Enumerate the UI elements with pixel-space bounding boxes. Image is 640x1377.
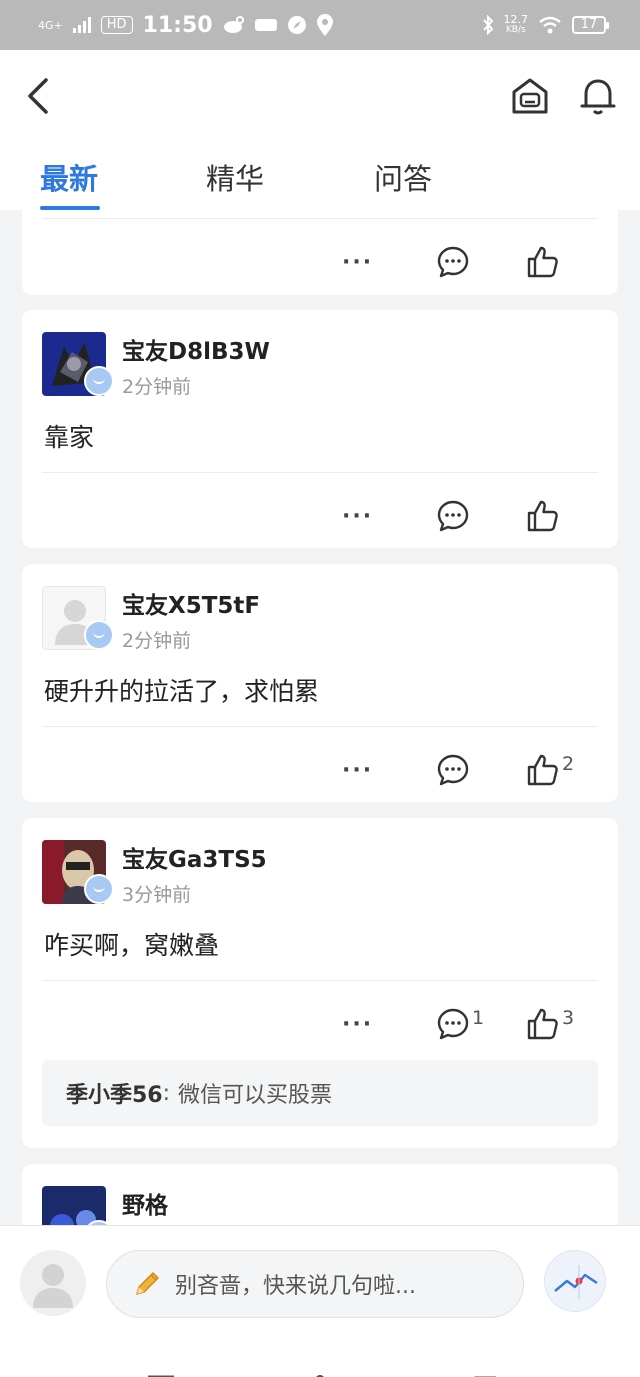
post-card[interactable]: 宝友X5T5tF 2分钟前 硬升升的拉活了，求怕累 ··· 2: [22, 564, 618, 802]
like-button[interactable]: 3: [526, 1006, 574, 1042]
network-indicator: 4G+: [38, 18, 63, 32]
weibo-icon: [223, 16, 244, 33]
username[interactable]: 野格: [122, 1186, 168, 1220]
username[interactable]: 宝友D8lB3W: [122, 332, 270, 366]
card-divider: [42, 980, 598, 981]
comment-icon: [437, 754, 469, 786]
post-feed[interactable]: ··· 宝友D8lB3W 2分钟前 靠家 ··· 宝友X5T5tF 2分钟前 硬…: [0, 210, 640, 1225]
comment-button[interactable]: 1: [436, 1006, 484, 1042]
nav-recents-button[interactable]: [146, 1369, 176, 1377]
post-card: ···: [22, 210, 618, 295]
back-button[interactable]: [22, 74, 58, 118]
compass-icon: [287, 16, 306, 34]
battery-indicator: 17: [572, 16, 609, 34]
thumbs-up-icon: [527, 246, 558, 278]
post-card[interactable]: 宝友Ga3TS5 3分钟前 咋买啊，窝嫩叠 ··· 1 3 季小季56 : 微信…: [22, 818, 618, 1148]
comment-placeholder: 别吝啬，快来说几句啦...: [175, 1274, 416, 1299]
thumbs-up-icon: [527, 500, 558, 532]
more-button[interactable]: ···: [342, 244, 373, 280]
like-button[interactable]: 2: [526, 752, 574, 788]
comment-count: 1: [472, 1007, 485, 1029]
nav-home-button[interactable]: [304, 1369, 336, 1377]
post-card[interactable]: 野格: [22, 1164, 618, 1225]
card-divider: [42, 726, 598, 727]
comment-input[interactable]: 别吝啬，快来说几句啦...: [106, 1250, 524, 1318]
more-button[interactable]: ···: [342, 1006, 373, 1042]
more-button[interactable]: ···: [342, 498, 373, 534]
more-button[interactable]: ···: [342, 752, 373, 788]
top-header: 最新 精华 问答: [0, 50, 640, 210]
network-speed: 12.7 KB/s: [503, 13, 529, 35]
like-button[interactable]: [526, 244, 560, 280]
like-button[interactable]: [526, 498, 562, 534]
bell-icon: [580, 79, 616, 115]
tab-qa[interactable]: 问答: [374, 156, 432, 198]
like-count: 3: [562, 1007, 575, 1029]
reply-username[interactable]: 季小季56: [66, 1077, 163, 1109]
post-content: 硬升升的拉活了，求怕累: [44, 677, 320, 706]
status-bar: 4G+ HD 11:50 12.7 KB/s 17: [0, 0, 640, 50]
clock: 11:50: [142, 12, 213, 38]
post-content: 咋买啊，窝嫩叠: [44, 931, 220, 960]
post-time: 3分钟前: [122, 884, 192, 906]
user-level-badge: [84, 366, 114, 396]
thumbs-up-icon: [527, 1008, 558, 1040]
pencil-icon: [136, 1272, 159, 1295]
username[interactable]: 宝友X5T5tF: [122, 586, 260, 620]
post-time: 2分钟前: [122, 376, 192, 398]
reply-separator: :: [162, 1080, 171, 1106]
hd-badge: HD: [100, 16, 133, 34]
line-chart-icon: [554, 1265, 598, 1299]
app-notification-icon: [254, 19, 277, 31]
market-chart-button[interactable]: [544, 1250, 606, 1312]
card-divider: [42, 218, 598, 219]
nav-back-button[interactable]: [470, 1369, 500, 1377]
comment-icon: [437, 246, 469, 278]
tab-latest[interactable]: 最新: [40, 156, 98, 198]
comment-icon: [437, 500, 469, 532]
my-avatar[interactable]: [20, 1250, 86, 1316]
stock-bar-home-button[interactable]: [510, 74, 550, 118]
reply-text: 微信可以买股票: [178, 1083, 333, 1108]
post-content: 靠家: [44, 423, 95, 452]
comment-button[interactable]: [436, 244, 470, 280]
wifi-icon: [539, 16, 561, 34]
username[interactable]: 宝友Ga3TS5: [122, 840, 267, 874]
user-level-badge: [84, 620, 114, 650]
house-chat-icon: [512, 78, 548, 114]
location-icon: [316, 14, 333, 36]
comment-icon: [437, 1008, 469, 1040]
user-level-badge: [84, 874, 114, 904]
signal-icon: [72, 17, 91, 33]
like-count: 2: [562, 753, 575, 775]
bottom-comment-bar: 别吝啬，快来说几句啦...: [0, 1225, 640, 1377]
chevron-left-icon: [28, 78, 48, 114]
tab-featured[interactable]: 精华: [206, 156, 264, 198]
comment-button[interactable]: [436, 498, 472, 534]
bluetooth-icon: [482, 15, 493, 35]
notifications-button[interactable]: [578, 74, 618, 118]
comment-button[interactable]: [436, 752, 472, 788]
reply-preview[interactable]: 季小季56 : 微信可以买股票: [42, 1060, 598, 1126]
thumbs-up-icon: [527, 754, 558, 786]
post-card[interactable]: 宝友D8lB3W 2分钟前 靠家 ···: [22, 310, 618, 548]
card-divider: [42, 472, 598, 473]
tab-bar: 最新 精华 问答: [0, 150, 640, 210]
post-time: 2分钟前: [122, 630, 192, 652]
